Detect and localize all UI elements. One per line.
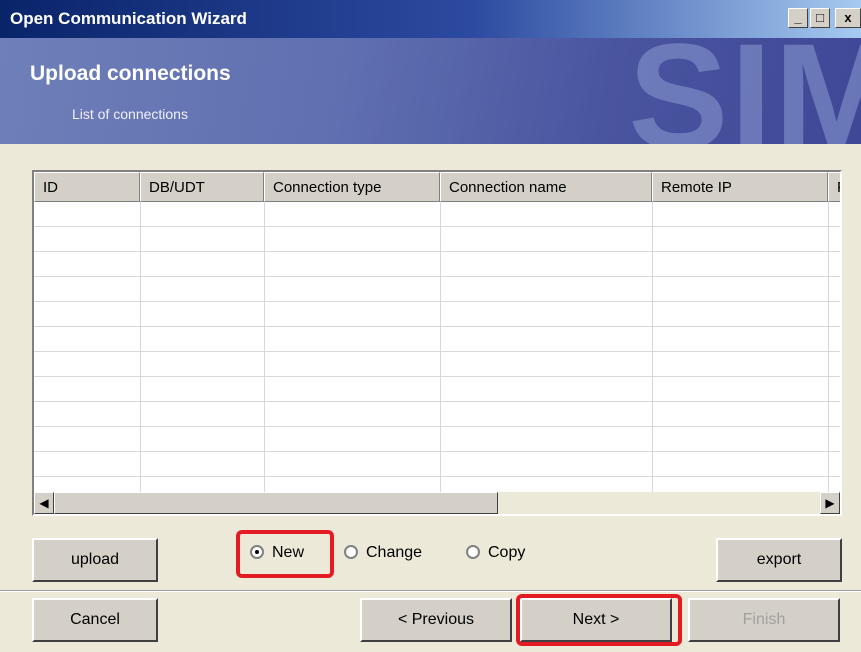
scroll-left-icon[interactable]: ◀ xyxy=(34,492,54,514)
column-header-truncated[interactable]: F xyxy=(828,172,840,202)
siemens-watermark: SIM xyxy=(628,38,861,144)
row-divider xyxy=(34,401,840,402)
export-button[interactable]: export xyxy=(716,538,842,582)
wizard-window: Open Communication Wizard _ □ x SIM Uplo… xyxy=(0,0,861,652)
row-divider xyxy=(34,426,840,427)
window-title: Open Communication Wizard xyxy=(10,9,247,28)
column-header-connection-name[interactable]: Connection name xyxy=(440,172,652,202)
close-icon[interactable]: x xyxy=(835,8,861,28)
radio-copy[interactable]: Copy xyxy=(466,544,525,562)
scroll-right-icon[interactable]: ▶ xyxy=(820,492,840,514)
highlight-new-option xyxy=(236,530,334,578)
cancel-button[interactable]: Cancel xyxy=(32,598,158,642)
row-divider xyxy=(34,451,840,452)
radio-unselected-icon xyxy=(466,545,480,559)
wizard-banner: SIM Upload connections List of connectio… xyxy=(0,38,861,144)
highlight-next-button xyxy=(516,594,682,646)
finish-button: Finish xyxy=(688,598,840,642)
row-divider xyxy=(34,226,840,227)
title-bar: Open Communication Wizard _ □ x xyxy=(0,0,861,38)
banner-subheading: List of connections xyxy=(72,106,188,122)
footer-separator xyxy=(0,590,861,592)
radio-change-label: Change xyxy=(366,544,423,561)
radio-copy-label: Copy xyxy=(488,544,526,561)
column-header-db-udt[interactable]: DB/UDT xyxy=(140,172,264,202)
row-divider xyxy=(34,301,840,302)
column-header-remote-ip[interactable]: Remote IP xyxy=(652,172,828,202)
row-divider xyxy=(34,326,840,327)
minimize-icon[interactable]: _ xyxy=(788,8,808,28)
scrollbar-thumb[interactable] xyxy=(54,492,498,514)
column-header-id[interactable]: ID xyxy=(34,172,140,202)
radio-change[interactable]: Change xyxy=(344,544,422,562)
list-body xyxy=(34,202,840,492)
row-divider xyxy=(34,476,840,477)
row-divider xyxy=(34,351,840,352)
upload-button[interactable]: upload xyxy=(32,538,158,582)
row-divider xyxy=(34,251,840,252)
previous-button[interactable]: < Previous xyxy=(360,598,512,642)
maximize-icon[interactable]: □ xyxy=(810,8,830,28)
horizontal-scrollbar[interactable]: ◀ ▶ xyxy=(34,492,840,514)
row-divider xyxy=(34,376,840,377)
row-divider xyxy=(34,276,840,277)
banner-heading: Upload connections xyxy=(30,62,231,85)
radio-unselected-icon xyxy=(344,545,358,559)
column-header-connection-type[interactable]: Connection type xyxy=(264,172,440,202)
list-header: ID DB/UDT Connection type Connection nam… xyxy=(34,172,840,202)
connections-list[interactable]: ID DB/UDT Connection type Connection nam… xyxy=(32,170,842,516)
